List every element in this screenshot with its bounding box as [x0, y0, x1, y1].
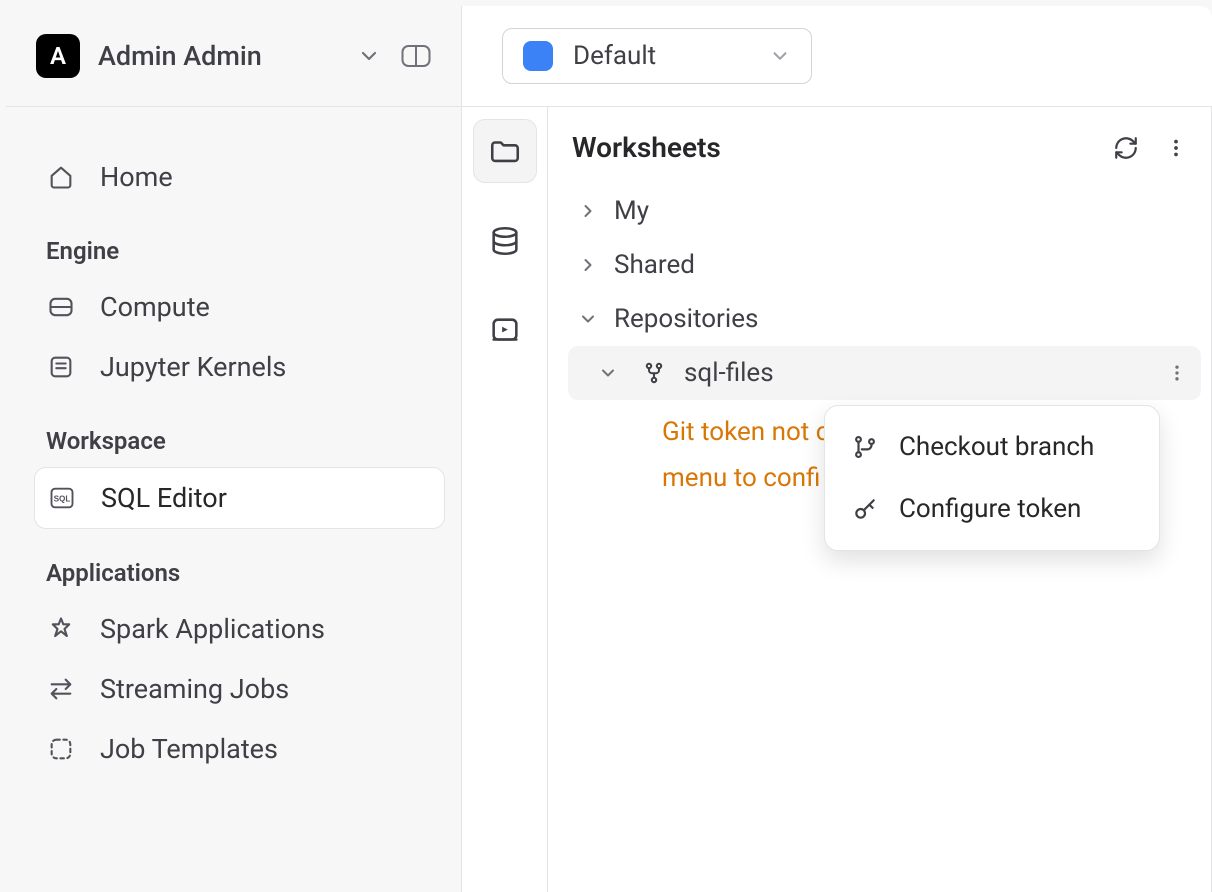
branch-icon — [851, 434, 879, 460]
history-icon — [488, 314, 522, 348]
tool-rail — [462, 107, 548, 892]
nav-templates[interactable]: Job Templates — [34, 719, 445, 779]
topbar: Default — [462, 6, 1212, 107]
key-icon — [851, 496, 879, 522]
rail-database[interactable] — [473, 209, 537, 273]
chevron-down-icon[interactable] — [357, 44, 381, 68]
spark-icon — [46, 614, 76, 644]
section-engine: Engine — [34, 207, 445, 277]
menu-label: Configure token — [899, 494, 1081, 524]
folder-icon — [488, 134, 522, 168]
menu-configure-token[interactable]: Configure token — [825, 478, 1159, 540]
nav-home[interactable]: Home — [34, 147, 445, 207]
nav-sql-editor[interactable]: SQL SQL Editor — [34, 467, 445, 529]
nav-label: Spark Applications — [100, 613, 325, 645]
tree-label: My — [614, 196, 649, 226]
panel-title: Worksheets — [572, 131, 1113, 164]
sidebar-header: A Admin Admin — [6, 6, 461, 107]
nav-label: Job Templates — [100, 733, 278, 765]
nav-label: Compute — [100, 291, 210, 323]
streaming-icon — [46, 674, 76, 704]
chevron-down-icon — [769, 45, 791, 67]
tree-label: sql-files — [684, 358, 774, 388]
warehouse-swatch — [523, 41, 553, 71]
tree-my[interactable]: My — [568, 184, 1201, 238]
tree-shared[interactable]: Shared — [568, 238, 1201, 292]
more-vertical-icon — [1167, 361, 1187, 385]
section-workspace: Workspace — [34, 397, 445, 467]
chevron-right-icon — [576, 255, 600, 275]
repo-context-menu: Checkout branch Configure token — [824, 405, 1160, 551]
database-icon — [488, 224, 522, 258]
panel-actions — [1113, 135, 1187, 161]
compute-icon — [46, 292, 76, 322]
chevron-right-icon — [576, 201, 600, 221]
tree-repo-item[interactable]: sql-files — [568, 346, 1201, 400]
home-icon — [46, 162, 76, 192]
sidebar: A Admin Admin Home Engine — [6, 6, 462, 892]
more-button[interactable] — [1165, 135, 1187, 161]
nav-label: Home — [100, 161, 173, 193]
avatar[interactable]: A — [36, 34, 80, 78]
more-vertical-icon — [1165, 135, 1187, 161]
nav-label: SQL Editor — [101, 482, 227, 514]
refresh-button[interactable] — [1113, 135, 1139, 161]
tree-label: Shared — [614, 250, 695, 280]
nav: Home Engine Compute Jupyter Kernels Work… — [6, 107, 461, 779]
templates-icon — [46, 734, 76, 764]
nav-compute[interactable]: Compute — [34, 277, 445, 337]
content-row: Worksheets My — [462, 107, 1212, 892]
svg-text:SQL: SQL — [54, 495, 71, 504]
nav-label: Jupyter Kernels — [100, 351, 286, 383]
worksheets-panel: Worksheets My — [548, 107, 1212, 892]
nav-label: Streaming Jobs — [100, 673, 289, 705]
menu-checkout-branch[interactable]: Checkout branch — [825, 416, 1159, 478]
main: Default Worksheets — [462, 6, 1212, 892]
menu-label: Checkout branch — [899, 432, 1094, 462]
git-fork-icon — [634, 361, 670, 385]
user-name[interactable]: Admin Admin — [98, 40, 339, 72]
tree-label: Repositories — [614, 304, 758, 334]
collapse-sidebar-icon[interactable] — [399, 43, 433, 69]
chevron-down-icon — [596, 363, 620, 383]
kernels-icon — [46, 352, 76, 382]
nav-jupyter[interactable]: Jupyter Kernels — [34, 337, 445, 397]
rail-history[interactable] — [473, 299, 537, 363]
chevron-down-icon — [576, 309, 600, 329]
warehouse-select[interactable]: Default — [502, 28, 812, 84]
refresh-icon — [1113, 135, 1139, 161]
rail-folder[interactable] — [473, 119, 537, 183]
nav-spark-apps[interactable]: Spark Applications — [34, 599, 445, 659]
repo-more-button[interactable] — [1167, 361, 1193, 385]
panel-header: Worksheets — [568, 125, 1201, 178]
warehouse-name: Default — [573, 41, 656, 71]
sql-icon: SQL — [47, 483, 77, 513]
section-applications: Applications — [34, 529, 445, 599]
avatar-initial: A — [50, 42, 66, 70]
tree-repositories[interactable]: Repositories — [568, 292, 1201, 346]
nav-streaming[interactable]: Streaming Jobs — [34, 659, 445, 719]
